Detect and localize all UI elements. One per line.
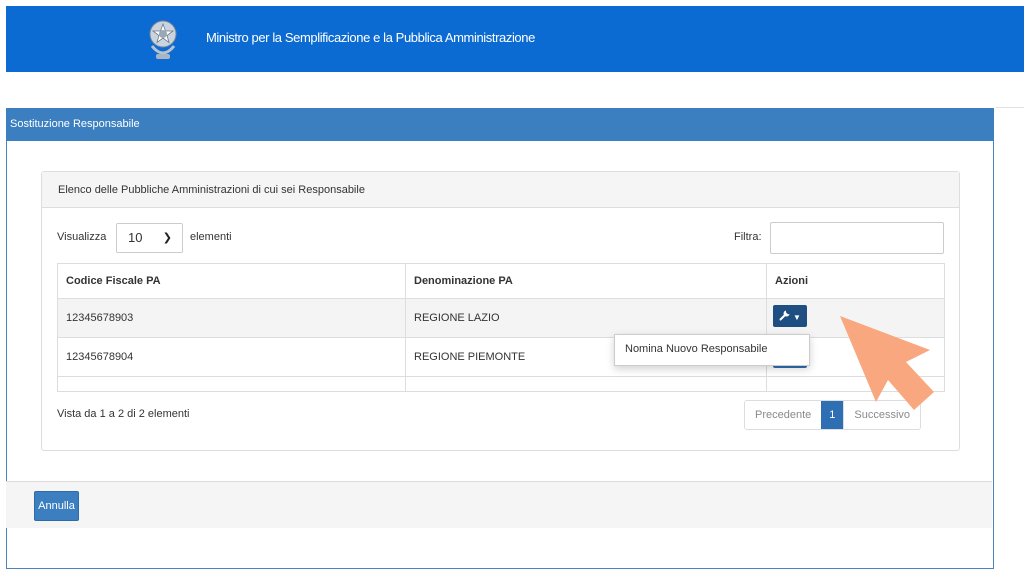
page-size-value: 10 xyxy=(128,230,143,245)
site-title: Ministro per la Semplificazione e la Pub… xyxy=(206,30,535,45)
wrench-icon xyxy=(779,310,790,321)
column-header-codice-fiscale[interactable]: Codice Fiscale PA xyxy=(57,263,406,299)
table-row: 12345678904 REGIONE PIEMONTE xyxy=(57,337,945,377)
list-title: Elenco delle Pubbliche Amministrazioni d… xyxy=(42,172,959,208)
column-header-denominazione[interactable]: Denominazione PA xyxy=(405,263,767,299)
pointer-arrow-icon xyxy=(840,316,934,410)
pagination-previous[interactable]: Precedente xyxy=(745,401,822,429)
column-header-azioni: Azioni xyxy=(766,263,945,299)
items-label: elementi xyxy=(190,231,232,243)
panel-title: Sostituzione Responsabile xyxy=(6,108,994,141)
page-size-select[interactable]: 10 ❯ xyxy=(116,223,183,253)
chevron-down-icon: ❯ xyxy=(162,232,172,244)
cell-denominazione: REGIONE LAZIO xyxy=(405,298,767,338)
top-header-bar: Ministro per la Semplificazione e la Pub… xyxy=(6,6,1024,72)
filter-label: Filtra: xyxy=(734,231,762,243)
caret-down-icon: ▼ xyxy=(793,313,801,322)
table-row: 12345678903 REGIONE LAZIO xyxy=(57,298,945,338)
panel-footer xyxy=(6,481,992,528)
table-summary: Vista da 1 a 2 di 2 elementi xyxy=(57,408,190,420)
table-header-row: Codice Fiscale PA Denominazione PA Azion… xyxy=(57,263,945,299)
cell-codice-fiscale: 12345678903 xyxy=(57,298,406,338)
actions-dropdown-button[interactable]: ▼ xyxy=(773,305,807,327)
actions-dropdown-menu: Nomina Nuovo Responsabile xyxy=(614,334,810,366)
filter-input[interactable] xyxy=(770,222,944,254)
table-spacer-row xyxy=(57,376,945,392)
divider xyxy=(996,107,1024,108)
menu-item-nomina-nuovo-responsabile[interactable]: Nomina Nuovo Responsabile xyxy=(625,343,767,355)
pa-table: Codice Fiscale PA Denominazione PA Azion… xyxy=(57,263,945,392)
italian-republic-emblem-icon xyxy=(149,20,177,59)
cell-codice-fiscale: 12345678904 xyxy=(57,337,406,377)
show-label: Visualizza xyxy=(57,231,107,243)
cancel-button[interactable]: Annulla xyxy=(34,491,79,521)
